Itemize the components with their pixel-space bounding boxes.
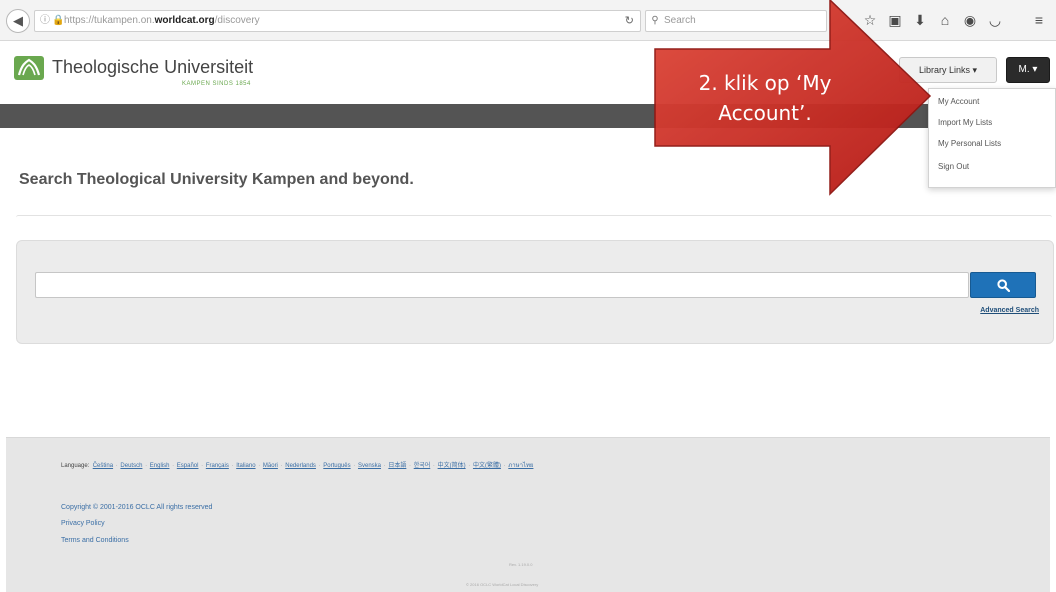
separator: · (382, 463, 388, 469)
language-link[interactable]: English (150, 463, 170, 469)
footer-credit-text: © 2016 OCLC WorldCat Local Discovery (466, 582, 539, 587)
language-link[interactable]: 中文(繁體) (473, 463, 501, 469)
user-dropdown-menu: My Account Import My Lists My Personal L… (928, 88, 1056, 188)
user-menu-button[interactable]: M. ▾ (1006, 57, 1050, 83)
language-link[interactable]: Nederlands (285, 463, 316, 469)
separator: · (501, 463, 508, 469)
language-link[interactable]: Svenska (358, 463, 381, 469)
home-icon[interactable]: ⌂ (936, 10, 954, 30)
language-link[interactable]: Māori (263, 463, 278, 469)
version-text: Rev. 1.19.0.0 (509, 562, 533, 567)
advanced-search-link[interactable]: Advanced Search (973, 307, 1039, 314)
separator: · (143, 463, 149, 469)
language-link[interactable]: Français (206, 463, 229, 469)
page-title: Search Theological University Kampen and… (19, 171, 414, 188)
logo-text[interactable]: Theologische Universiteit (52, 57, 253, 78)
separator: · (199, 463, 205, 469)
menu-item-import-my-lists[interactable]: Import My Lists (938, 118, 992, 127)
info-icon[interactable]: ⓘ (38, 11, 52, 31)
menu-icon[interactable]: ≡ (1030, 10, 1048, 30)
separator: · (351, 463, 357, 469)
logo-icon (14, 56, 44, 80)
language-link[interactable]: Português (323, 463, 350, 469)
separator: · (229, 463, 236, 469)
language-link[interactable]: Čeština (93, 463, 113, 469)
language-link[interactable]: 한국어 (414, 463, 431, 469)
separator: · (407, 463, 413, 469)
search-icon (997, 279, 1010, 292)
language-link[interactable]: Deutsch (120, 463, 142, 469)
address-bar[interactable]: ⓘ 🔒https://tukampen.on.worldcat.org/disco… (34, 10, 641, 32)
menu-item-my-account[interactable]: My Account (938, 97, 979, 106)
language-link[interactable]: Italiano (236, 463, 255, 469)
url-domain: worldcat.org (154, 15, 215, 26)
language-link[interactable]: Español (177, 463, 199, 469)
copyright-text: Copyright © 2001-2016 OCLC All rights re… (61, 504, 213, 511)
separator: · (114, 463, 120, 469)
terms-link[interactable]: Terms and Conditions (61, 537, 129, 544)
language-link[interactable]: 日本語 (388, 463, 406, 469)
separator: · (431, 463, 437, 469)
search-input[interactable] (35, 272, 969, 298)
footer: Language: Čeština · Deutsch · English · … (6, 437, 1050, 592)
pocket-icon[interactable]: ◡ (986, 10, 1004, 30)
url-path: /discovery (214, 15, 260, 26)
logo-subtext: KAMPEN SINDS 1854 (182, 81, 251, 87)
separator: · (170, 463, 176, 469)
separator: · (256, 463, 262, 469)
search-button[interactable] (970, 272, 1036, 298)
separator: · (316, 463, 323, 469)
privacy-policy-link[interactable]: Privacy Policy (61, 520, 105, 527)
language-link[interactable]: ภาษาไทย (508, 463, 533, 469)
language-link[interactable]: 中文(简体) (438, 463, 466, 469)
separator: · (278, 463, 285, 469)
back-button[interactable]: ◀ (6, 9, 30, 33)
language-label: Language: (61, 463, 90, 469)
lock-icon: 🔒 (52, 15, 65, 26)
search-panel: Advanced Search (16, 240, 1054, 344)
menu-item-sign-out[interactable]: Sign Out (938, 162, 969, 171)
menu-item-my-personal-lists[interactable]: My Personal Lists (938, 139, 1001, 148)
url-prefix: https://tukampen.on. (64, 15, 155, 26)
extension-icon[interactable]: ◉ (961, 10, 979, 30)
divider (16, 215, 1052, 220)
reload-icon[interactable]: ↻ (625, 11, 634, 31)
callout-text: 2. klik op ‘My Account’. (698, 71, 832, 125)
language-list: Language: Čeština · Deutsch · English · … (61, 460, 533, 470)
separator: · (466, 463, 472, 469)
